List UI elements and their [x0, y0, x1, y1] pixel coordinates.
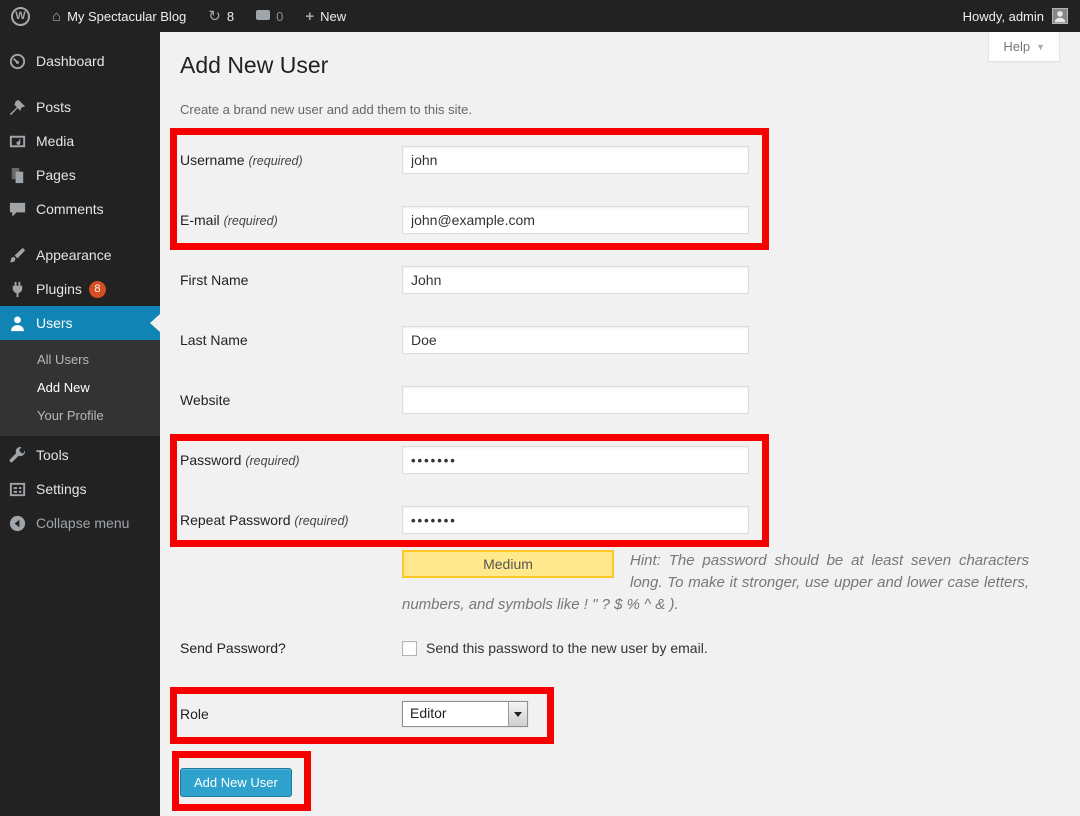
form-row-send-password: Send Password? Send this password to the… — [180, 626, 1060, 670]
active-menu-arrow — [150, 314, 160, 332]
page-title: Add New User — [180, 32, 1060, 80]
form-row-email: E-mail (required) — [180, 190, 1060, 250]
sidebar-item-settings[interactable]: Settings — [0, 472, 160, 506]
comments-count: 0 — [276, 9, 283, 24]
pages-icon — [8, 166, 27, 185]
submenu-item-your-profile[interactable]: Your Profile — [0, 402, 160, 430]
submenu-item-add-new[interactable]: Add New — [0, 374, 160, 402]
sidebar-item-dashboard[interactable]: Dashboard — [0, 44, 160, 78]
sidebar-item-users[interactable]: Users — [0, 306, 160, 340]
updates-link[interactable]: ↻ 8 — [197, 0, 245, 32]
sidebar-item-collapse-menu[interactable]: Collapse menu — [0, 506, 160, 540]
main-content: Help ▼ Add New User Create a brand new u… — [160, 32, 1080, 816]
email-field[interactable] — [402, 206, 749, 234]
sidebar-item-media[interactable]: Media — [0, 124, 160, 158]
password-field[interactable] — [402, 446, 749, 474]
last-name-field[interactable] — [402, 326, 749, 354]
form-row-website: Website — [180, 370, 1060, 430]
sidebar-item-plugins[interactable]: Plugins 8 — [0, 272, 160, 306]
password-strength-section: Medium Hint: The password should be at l… — [402, 550, 1029, 626]
form-row-password: Password (required) — [180, 430, 1060, 490]
role-select[interactable]: Editor — [402, 701, 528, 727]
sidebar-item-appearance[interactable]: Appearance — [0, 238, 160, 272]
site-name-link[interactable]: ⌂ My Spectacular Blog — [41, 0, 197, 32]
send-password-label: Send Password? — [180, 640, 402, 656]
website-label: Website — [180, 392, 230, 408]
comments-bubble-icon — [256, 10, 270, 20]
password-label: Password — [180, 452, 241, 468]
help-button[interactable]: Help ▼ — [988, 32, 1060, 62]
required-note: (required) — [224, 214, 278, 228]
add-user-form: Username (required) E-mail (required) Fi… — [180, 130, 1060, 797]
add-new-user-button[interactable]: Add New User — [180, 768, 292, 797]
updates-icon: ↻ — [208, 9, 221, 24]
form-row-username: Username (required) — [180, 130, 1060, 190]
dropdown-arrow-icon — [514, 712, 522, 721]
submenu-item-all-users[interactable]: All Users — [0, 346, 160, 374]
sidebar-item-pages[interactable]: Pages — [0, 158, 160, 192]
admin-bar: W ⌂ My Spectacular Blog ↻ 8 0 + New Howd… — [0, 0, 1080, 32]
avatar — [1052, 8, 1068, 24]
last-name-label: Last Name — [180, 332, 248, 348]
repeat-password-field[interactable] — [402, 506, 749, 534]
password-strength-meter: Medium — [402, 550, 614, 578]
sidebar-item-comments[interactable]: Comments — [0, 192, 160, 226]
sidebar-item-posts[interactable]: Posts — [0, 90, 160, 124]
media-icon — [8, 132, 27, 151]
plugin-icon — [8, 280, 27, 299]
wordpress-menu[interactable]: W — [0, 0, 41, 32]
account-menu[interactable]: Howdy, admin — [951, 0, 1080, 32]
users-submenu: All Users Add New Your Profile — [0, 340, 160, 436]
settings-icon — [8, 480, 27, 499]
required-note: (required) — [245, 454, 299, 468]
email-label: E-mail — [180, 212, 220, 228]
plugins-update-badge: 8 — [89, 281, 106, 298]
comments-icon — [8, 200, 27, 219]
username-label: Username — [180, 152, 245, 168]
sidebar-item-tools[interactable]: Tools — [0, 438, 160, 472]
new-content-link[interactable]: + New — [294, 0, 357, 32]
send-password-checkbox[interactable] — [402, 641, 417, 656]
collapse-icon — [8, 514, 27, 533]
website-field[interactable] — [402, 386, 749, 414]
role-selected-value: Editor — [403, 702, 508, 726]
appearance-icon — [8, 246, 27, 265]
updates-count: 8 — [227, 9, 234, 24]
new-label: New — [320, 9, 346, 24]
form-row-repeat-password: Repeat Password (required) — [180, 490, 1060, 550]
required-note: (required) — [248, 154, 302, 168]
users-icon — [8, 314, 27, 333]
wordpress-logo-icon: W — [11, 7, 30, 26]
site-name: My Spectacular Blog — [67, 9, 186, 24]
first-name-field[interactable] — [402, 266, 749, 294]
chevron-down-icon: ▼ — [1036, 42, 1045, 52]
send-password-checkbox-label[interactable]: Send this password to the new user by em… — [426, 640, 708, 656]
first-name-label: First Name — [180, 272, 248, 288]
username-field[interactable] — [402, 146, 749, 174]
home-icon: ⌂ — [52, 9, 61, 24]
dashboard-icon — [8, 52, 27, 71]
plus-icon: + — [305, 9, 314, 24]
page-description: Create a brand new user and add them to … — [180, 102, 1060, 119]
form-row-role: Role Editor — [180, 670, 1060, 750]
role-label: Role — [180, 706, 402, 722]
comments-link[interactable]: 0 — [245, 0, 294, 32]
howdy-text: Howdy, admin — [963, 9, 1044, 24]
repeat-password-label: Repeat Password — [180, 512, 291, 528]
admin-sidebar: Dashboard Posts Media Pages Comments App… — [0, 32, 160, 816]
form-row-first-name: First Name — [180, 250, 1060, 310]
form-row-last-name: Last Name — [180, 310, 1060, 370]
tools-icon — [8, 446, 27, 465]
required-note: (required) — [294, 514, 348, 528]
pushpin-icon — [8, 98, 27, 117]
